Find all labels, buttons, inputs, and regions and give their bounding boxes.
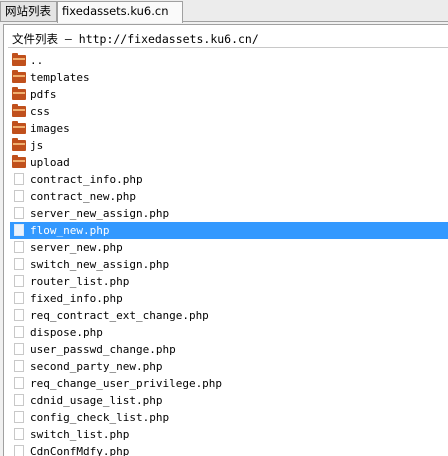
file-item[interactable]: switch_new_assign.php xyxy=(10,256,448,273)
file-name: css xyxy=(30,105,50,118)
folder-item[interactable]: .. xyxy=(10,52,448,69)
file-name: fixed_info.php xyxy=(30,292,123,305)
file-list-panel: 文件列表 — http://fixedassets.ku6.cn/ .. temp… xyxy=(3,24,448,456)
file-item[interactable]: cdnid_usage_list.php xyxy=(10,392,448,409)
tab-bar: 网站列表 fixedassets.ku6.cn xyxy=(0,0,448,23)
file-icon xyxy=(14,292,24,304)
header-divider xyxy=(8,47,448,48)
file-name: templates xyxy=(30,71,90,84)
file-item[interactable]: fixed_info.php xyxy=(10,290,448,307)
file-name: flow_new.php xyxy=(30,224,110,237)
folder-item[interactable]: js xyxy=(10,137,448,154)
file-icon xyxy=(14,411,24,423)
file-icon xyxy=(14,224,24,236)
file-name: cdnid_usage_list.php xyxy=(30,394,163,407)
file-item[interactable]: switch_list.php xyxy=(10,426,448,443)
file-item[interactable]: dispose.php xyxy=(10,324,448,341)
file-name: router_list.php xyxy=(30,275,130,288)
file-name: images xyxy=(30,122,70,135)
file-name: server_new.php xyxy=(30,241,123,254)
file-item[interactable]: server_new_assign.php xyxy=(10,205,448,222)
folder-icon xyxy=(12,53,26,66)
file-item[interactable]: second_party_new.php xyxy=(10,358,448,375)
file-icon xyxy=(14,360,24,372)
file-item[interactable]: req_contract_ext_change.php xyxy=(10,307,448,324)
file-item[interactable]: config_check_list.php xyxy=(10,409,448,426)
folder-icon xyxy=(12,87,26,100)
file-name: req_change_user_privilege.php xyxy=(30,377,223,390)
file-icon xyxy=(14,394,24,406)
file-name: CdnConfMdfy.php xyxy=(30,445,130,456)
file-name: server_new_assign.php xyxy=(30,207,170,220)
file-item[interactable]: server_new.php xyxy=(10,239,448,256)
folder-icon xyxy=(12,121,26,134)
file-icon xyxy=(14,173,24,185)
tab-site-list[interactable]: 网站列表 xyxy=(0,1,57,21)
file-item[interactable]: contract_info.php xyxy=(10,171,448,188)
file-item[interactable]: req_change_user_privilege.php xyxy=(10,375,448,392)
file-item[interactable]: contract_new.php xyxy=(10,188,448,205)
file-icon xyxy=(14,343,24,355)
file-name: dispose.php xyxy=(30,326,103,339)
file-item[interactable]: user_passwd_change.php xyxy=(10,341,448,358)
file-item[interactable]: CdnConfMdfy.php xyxy=(10,443,448,456)
file-name: contract_info.php xyxy=(30,173,143,186)
file-name: req_contract_ext_change.php xyxy=(30,309,209,322)
folder-item[interactable]: images xyxy=(10,120,448,137)
file-icon xyxy=(14,377,24,389)
file-name: switch_new_assign.php xyxy=(30,258,170,271)
file-name: upload xyxy=(30,156,70,169)
folder-icon xyxy=(12,138,26,151)
folder-item[interactable]: templates xyxy=(10,69,448,86)
file-icon xyxy=(14,241,24,253)
file-item[interactable]: flow_new.php xyxy=(10,222,448,239)
file-icon xyxy=(14,309,24,321)
folder-item[interactable]: css xyxy=(10,103,448,120)
file-icon xyxy=(14,428,24,440)
file-icon xyxy=(14,258,24,270)
file-name: js xyxy=(30,139,44,152)
panel-title: 文件列表 — http://fixedassets.ku6.cn/ xyxy=(12,32,259,46)
file-item[interactable]: router_list.php xyxy=(10,273,448,290)
file-icon xyxy=(14,207,24,219)
file-name: .. xyxy=(30,54,44,67)
folder-icon xyxy=(12,155,26,168)
file-name: switch_list.php xyxy=(30,428,130,441)
folder-icon xyxy=(12,104,26,117)
file-icon xyxy=(14,275,24,287)
file-icon xyxy=(14,326,24,338)
tab-fixedassets[interactable]: fixedassets.ku6.cn xyxy=(57,1,183,23)
file-name: user_passwd_change.php xyxy=(30,343,176,356)
folder-icon xyxy=(12,70,26,83)
folder-item[interactable]: upload xyxy=(10,154,448,171)
file-icon xyxy=(14,445,24,456)
file-name: contract_new.php xyxy=(30,190,136,203)
file-name: second_party_new.php xyxy=(30,360,163,373)
folder-item[interactable]: pdfs xyxy=(10,86,448,103)
file-icon xyxy=(14,190,24,202)
file-name: pdfs xyxy=(30,88,57,101)
file-list: .. templates pdfs css images js upload contract… xyxy=(10,52,448,456)
file-name: config_check_list.php xyxy=(30,411,170,424)
